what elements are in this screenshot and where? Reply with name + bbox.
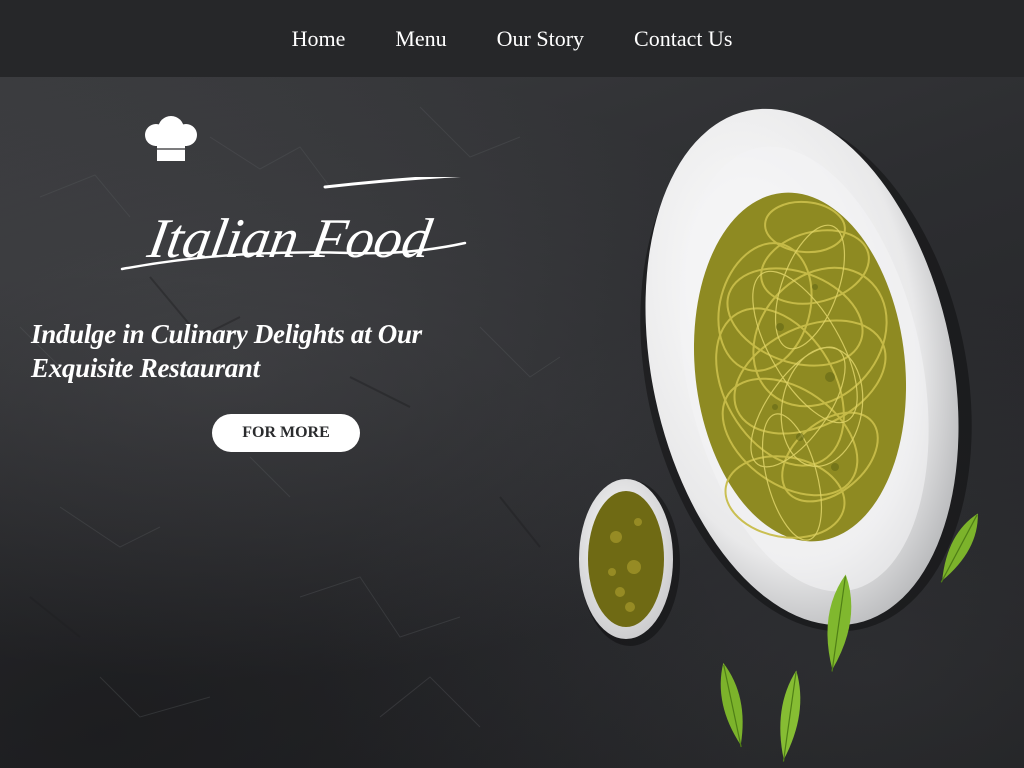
chef-hat-icon [145, 116, 197, 161]
nav-menu-link[interactable]: Menu [395, 26, 446, 52]
hero-tagline-line1: Indulge in Culinary Delights at Our [31, 319, 422, 349]
pasta-dish-image [579, 108, 978, 762]
hero-tagline: Indulge in Culinary Delights at Our Exqu… [31, 317, 471, 385]
nav-contact-us-link[interactable]: Contact Us [634, 26, 732, 52]
nav-our-story-link[interactable]: Our Story [497, 26, 584, 52]
hero-section: Italian Food Indulge in Culinary Delight… [0, 77, 1024, 768]
hero-tagline-line2: Exquisite Restaurant [31, 353, 260, 383]
nav-home-link[interactable]: Home [292, 26, 346, 52]
logo-text: Italian Food [143, 208, 437, 270]
logo: Italian Food [120, 177, 467, 271]
main-nav: Home Menu Our Story Contact Us [0, 0, 1024, 77]
for-more-button[interactable]: FOR MORE [212, 414, 360, 452]
